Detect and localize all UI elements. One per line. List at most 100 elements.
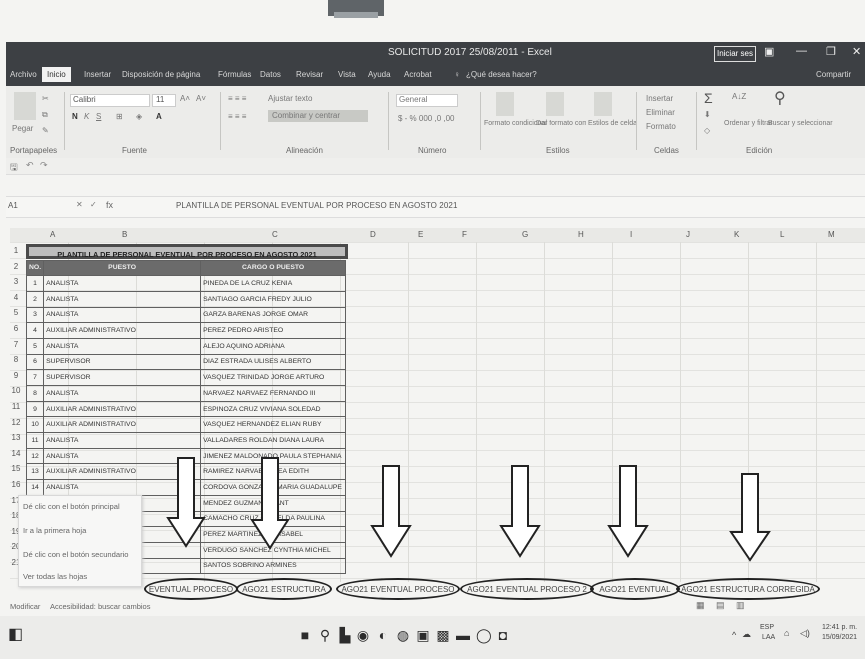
row-header[interactable]: 15 bbox=[10, 464, 22, 473]
row-nombre-cell[interactable]: PINEDA DE LA CRUZ KENIA bbox=[200, 275, 347, 292]
clock-time[interactable]: 12:41 p. m. bbox=[822, 624, 857, 631]
format-table-icon[interactable] bbox=[546, 92, 564, 116]
row-puesto-cell[interactable]: SUPERVISOR bbox=[43, 369, 202, 386]
wrap-text-button[interactable]: Ajustar texto bbox=[268, 94, 312, 103]
page-break-icon[interactable]: ▥ bbox=[736, 600, 745, 611]
find-search-icon[interactable]: ⚲ bbox=[774, 88, 786, 108]
underline-button[interactable]: S bbox=[96, 112, 101, 121]
copy-icon[interactable]: ⧉ bbox=[42, 110, 48, 120]
row-number-cell[interactable]: 6 bbox=[25, 353, 45, 371]
row-nombre-cell[interactable]: VALLADARES ROLDAN DIANA LAURA bbox=[200, 432, 347, 449]
column-k[interactable]: K bbox=[734, 230, 739, 239]
column-d[interactable]: D bbox=[370, 230, 376, 239]
fill-color-icon[interactable]: ◈ bbox=[136, 112, 142, 121]
row-puesto-cell[interactable]: AUXILIAR ADMINISTRATIVO bbox=[43, 400, 202, 418]
bold-button[interactable]: N bbox=[72, 112, 78, 121]
header-no[interactable]: NO. bbox=[25, 259, 45, 277]
autosum-icon[interactable]: Σ bbox=[704, 90, 713, 106]
enter-icon[interactable]: ✓ bbox=[90, 200, 97, 209]
insert-cells-button[interactable]: Insertar bbox=[646, 94, 673, 103]
row-header[interactable]: 6 bbox=[10, 324, 22, 333]
share-button[interactable]: Compartir bbox=[816, 70, 851, 79]
edge-icon[interactable]: ◐ bbox=[376, 628, 390, 642]
row-nombre-cell[interactable]: JIMENEZ MALDONADO PAULA STEPHANIA bbox=[200, 447, 347, 465]
row-puesto-cell[interactable]: AUXILIAR ADMINISTRATIVO bbox=[43, 463, 202, 481]
task-view-icon[interactable]: ◧ bbox=[8, 627, 23, 643]
row-header[interactable]: 11 bbox=[10, 402, 22, 411]
align-left-icon[interactable]: ≡ ≡ ≡ bbox=[228, 112, 246, 121]
row-puesto-cell[interactable]: ANALISTA bbox=[43, 275, 202, 292]
row-puesto-cell[interactable]: AUXILIAR ADMINISTRATIVO bbox=[43, 416, 202, 434]
row-header[interactable]: 10 bbox=[10, 386, 22, 395]
row-nombre-cell[interactable]: DIAZ ESTRADA ULISES ALBERTO bbox=[200, 353, 347, 371]
sheet-tab-ago21-estructura-corregida[interactable]: AGO21 ESTRUCTURA CORREGIDA bbox=[676, 578, 820, 600]
minimize-button[interactable]: — bbox=[796, 45, 807, 57]
clear-icon[interactable]: ◇ bbox=[704, 126, 710, 135]
column-c[interactable]: C bbox=[272, 230, 278, 239]
row-nombre-cell[interactable]: VASQUEZ HERNANDEZ ELIAN RUBY bbox=[200, 416, 347, 434]
column-g[interactable]: G bbox=[522, 230, 528, 239]
row-nombre-cell[interactable]: ESPINOZA CRUZ VIVIANA SOLEDAD bbox=[200, 400, 347, 418]
row-number-cell[interactable]: 7 bbox=[25, 369, 45, 386]
row-nombre-cell[interactable]: NARVAEZ NARVAEZ FERNANDO III bbox=[200, 385, 347, 402]
row-number-cell[interactable]: 2 bbox=[25, 290, 45, 308]
menu-ayuda[interactable]: Ayuda bbox=[368, 70, 391, 79]
explorer-icon[interactable]: ▣ bbox=[416, 628, 430, 642]
close-button[interactable]: ✕ bbox=[852, 45, 861, 58]
ribbon-display-icon[interactable]: ▣ bbox=[764, 45, 774, 58]
row-number-cell[interactable]: 5 bbox=[25, 337, 45, 355]
network-icon[interactable]: ⌂ bbox=[784, 628, 789, 638]
restore-button[interactable]: ❐ bbox=[826, 45, 836, 58]
save-icon[interactable]: 🖫 bbox=[10, 160, 18, 176]
column-b[interactable]: B bbox=[122, 230, 127, 239]
row-nombre-cell[interactable]: VERDUGO SANCHEZ CYNTHIA MICHEL bbox=[200, 541, 347, 559]
start-icon[interactable]: ■ bbox=[298, 628, 312, 642]
row-puesto-cell[interactable]: AUXILIAR ADMINISTRATIVO bbox=[43, 322, 202, 339]
row-header[interactable]: 7 bbox=[10, 340, 22, 349]
delete-cells-button[interactable]: Eliminar bbox=[646, 108, 675, 117]
paste-icon[interactable] bbox=[14, 92, 36, 120]
header-puesto[interactable]: PUESTO bbox=[43, 259, 202, 277]
row-puesto-cell[interactable]: ANALISTA bbox=[43, 432, 202, 449]
volume-icon[interactable]: ◁) bbox=[800, 628, 810, 639]
column-h[interactable]: H bbox=[578, 230, 584, 239]
row-number-cell[interactable]: 4 bbox=[25, 322, 45, 339]
row-puesto-cell[interactable]: ANALISTA bbox=[43, 306, 202, 324]
conditional-format-icon[interactable] bbox=[496, 92, 514, 116]
row-header[interactable]: 5 bbox=[10, 308, 22, 317]
ctx-item-primary-click[interactable]: Dé clic con el botón principal bbox=[23, 502, 120, 511]
row-header[interactable]: 12 bbox=[10, 418, 22, 427]
menu-acrobat[interactable]: Acrobat bbox=[404, 70, 432, 79]
redo-icon[interactable]: ↷ bbox=[40, 160, 48, 171]
row-nombre-cell[interactable]: SANTOS SOBRINO ARMINES bbox=[200, 557, 347, 575]
tray-chevron-icon[interactable]: ^ bbox=[732, 630, 736, 640]
borders-icon[interactable]: ⊞ bbox=[116, 112, 123, 121]
column-a[interactable]: A bbox=[50, 230, 55, 239]
align-top-icon[interactable]: ≡ ≡ ≡ bbox=[228, 94, 246, 103]
font-color-icon[interactable]: A bbox=[156, 112, 162, 121]
name-box[interactable]: A1 bbox=[8, 201, 18, 210]
menu-revisar[interactable]: Revisar bbox=[296, 70, 323, 79]
column-l[interactable]: L bbox=[780, 230, 784, 239]
row-nombre-cell[interactable]: VASQUEZ TRINIDAD JORGE ARTURO bbox=[200, 369, 347, 386]
row-header[interactable]: 4 bbox=[10, 293, 22, 302]
search-icon[interactable]: ⚲ bbox=[318, 628, 332, 642]
row-nombre-cell[interactable]: GARZA BARENAS JORGE OMAR bbox=[200, 306, 347, 324]
office-icon[interactable]: ◯ bbox=[476, 628, 492, 642]
row-nombre-cell[interactable]: MENDEZ GUZMAN GRANT bbox=[200, 494, 347, 512]
column-f[interactable]: F bbox=[462, 230, 467, 239]
sheet-tab-ago21-estructura[interactable]: AGO21 ESTRUCTURA bbox=[236, 578, 332, 600]
cloud-icon[interactable]: ☁ bbox=[742, 629, 751, 640]
page-layout-icon[interactable]: ▤ bbox=[716, 600, 725, 611]
menu-insertar[interactable]: Insertar bbox=[84, 70, 111, 79]
row-nombre-cell[interactable]: PEREZ PEDRO ARISTEO bbox=[200, 322, 347, 339]
app-icon[interactable]: ◘ bbox=[496, 628, 510, 642]
widgets-icon[interactable]: ▙ bbox=[338, 628, 352, 642]
row-nombre-cell[interactable]: CAMACHO CRUZ GRISELDA PAULINA bbox=[200, 510, 347, 528]
row-header[interactable]: 14 bbox=[10, 449, 22, 458]
row-number-cell[interactable]: 9 bbox=[25, 400, 45, 418]
chat-icon[interactable]: ◉ bbox=[356, 628, 370, 642]
row-number-cell[interactable]: 1 bbox=[25, 275, 45, 292]
row-header[interactable]: 13 bbox=[10, 433, 22, 442]
row-header[interactable]: 1 bbox=[10, 246, 22, 255]
